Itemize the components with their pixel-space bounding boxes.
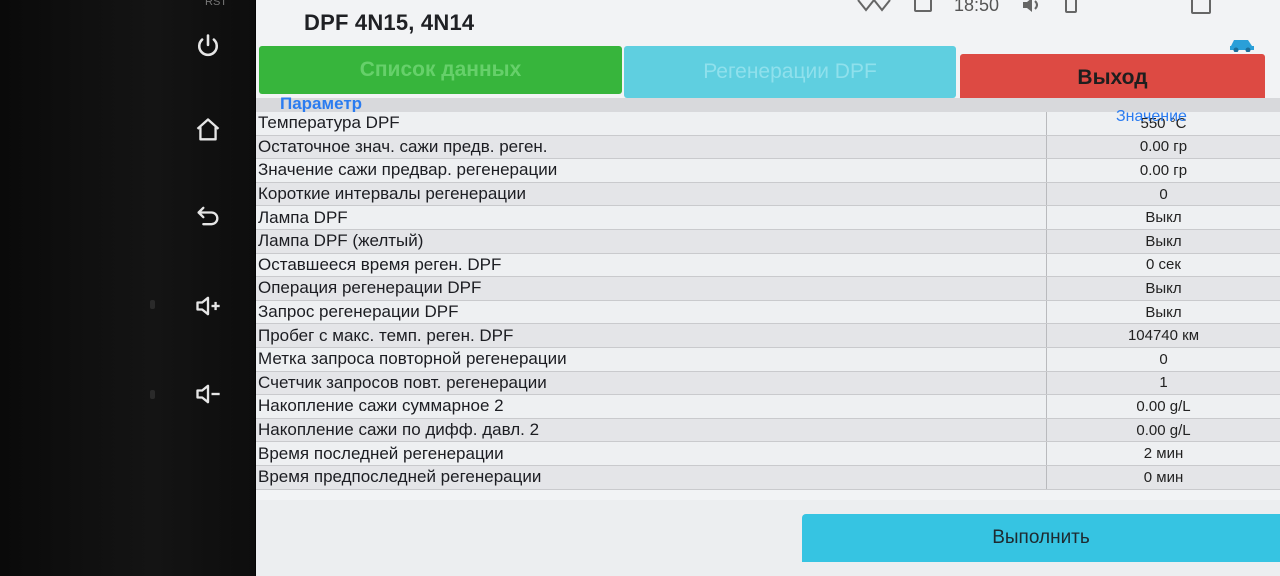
- parameter-name: Температура DPF: [258, 113, 400, 133]
- cast-icon: [857, 0, 891, 12]
- table-row[interactable]: Время последней регенерации 2 мин: [256, 442, 1280, 466]
- power-icon: [197, 34, 219, 57]
- parameter-name: Остаточное знач. сажи предв. реген.: [258, 136, 548, 156]
- home-icon: [196, 118, 220, 141]
- table-row[interactable]: Значение сажи предвар. регенерации 0.00 г…: [256, 159, 1280, 183]
- parameter-name: Пробег с макс. темп. реген. DPF: [258, 325, 514, 345]
- car-icon: [1230, 40, 1254, 52]
- parameter-value: 0: [1046, 347, 1280, 371]
- hardware-indicator: [150, 390, 155, 399]
- table-row[interactable]: Метка запроса повторной регенерации 0: [256, 347, 1280, 372]
- back-icon: [197, 206, 219, 226]
- table-row[interactable]: Счетчик запросов повт. регенерации 1: [256, 371, 1280, 396]
- run-button[interactable]: Выполнить: [802, 514, 1280, 562]
- data-list-button[interactable]: Список данных: [259, 46, 622, 94]
- parameter-value: 104740 км: [1046, 324, 1280, 347]
- recent-apps-icon[interactable]: [1191, 0, 1212, 14]
- status-clock: 18:50: [954, 0, 1000, 15]
- parameter-value: 0.00 g/L: [1046, 418, 1280, 442]
- hardware-indicator: [150, 300, 155, 309]
- param-column-header: Параметр: [280, 94, 363, 113]
- parameter-value: 0.00 гр: [1046, 135, 1280, 159]
- page-title: DPF 4N15, 4N14: [304, 10, 475, 35]
- volume-down-button[interactable]: [186, 372, 230, 416]
- parameter-value: Выкл: [1046, 206, 1280, 229]
- hardware-bar: RST: [0, 0, 255, 576]
- table-row[interactable]: Время предпоследней регенерации 0 мин: [256, 465, 1280, 490]
- parameter-name: Оставшееся время реген. DPF: [258, 254, 502, 274]
- reset-label: RST: [205, 0, 227, 8]
- parameter-name: Лампа DPF: [258, 207, 348, 227]
- home-button[interactable]: [186, 108, 230, 152]
- parameter-name: Значение сажи предвар. регенерации: [258, 160, 558, 180]
- parameter-value: Выкл: [1046, 277, 1280, 300]
- parameter-value: 0 мин: [1046, 465, 1280, 489]
- volume-down-icon: [196, 384, 220, 404]
- parameter-name: Короткие интервалы регенерации: [258, 184, 527, 204]
- parameter-value: Выкл: [1046, 300, 1280, 324]
- table-row[interactable]: Накопление сажи по дифф. давл. 2 0.00 g/L: [256, 418, 1280, 443]
- parameter-name: Счетчик запросов повт. регенерации: [258, 372, 547, 392]
- parameter-value: 0.00 g/L: [1046, 395, 1280, 418]
- back-button[interactable]: [186, 194, 230, 238]
- value-column-header: Значение: [1116, 108, 1187, 125]
- data-table: Температура DPF 550 °C Остаточное знач. са…: [256, 112, 1280, 490]
- parameter-name: Операция регенерации DPF: [258, 278, 482, 298]
- parameter-value: 0.00 гр: [1046, 159, 1280, 182]
- parameter-value: 0: [1046, 182, 1280, 206]
- parameter-name: Накопление сажи по дифф. давл. 2: [258, 420, 540, 440]
- power-button[interactable]: [186, 24, 230, 68]
- table-row[interactable]: Лампа DPF Выкл: [256, 206, 1280, 230]
- table-row[interactable]: Лампа DPF (желтый) Выкл: [256, 229, 1280, 254]
- status-bar: 18:50: [856, 0, 1280, 16]
- exit-button[interactable]: Выход: [960, 54, 1265, 102]
- parameter-value: Выкл: [1046, 229, 1280, 253]
- parameter-value: 2 мин: [1046, 442, 1280, 465]
- table-row[interactable]: Пробег с макс. темп. реген. DPF 104740 км: [256, 324, 1280, 348]
- volume-status-icon: [1023, 0, 1039, 12]
- table-row[interactable]: Накопление сажи суммарное 2 0.00 g/L: [256, 395, 1280, 419]
- table-row[interactable]: Оставшееся время реген. DPF 0 сек: [256, 253, 1280, 278]
- table-row[interactable]: Запрос регенерации DPF Выкл: [256, 300, 1280, 325]
- parameter-value: 1: [1046, 371, 1280, 395]
- notification-icon: [914, 0, 932, 12]
- parameter-name: Время последней регенерации: [258, 443, 504, 463]
- parameter-name: Накопление сажи суммарное 2: [258, 396, 504, 416]
- regeneration-button[interactable]: Регенерации DPF: [624, 46, 956, 98]
- parameter-name: Запрос регенерации DPF: [258, 302, 459, 322]
- battery-icon: [1065, 0, 1078, 13]
- volume-up-button[interactable]: [186, 284, 230, 328]
- parameter-value: 0 сек: [1046, 253, 1280, 277]
- table-row[interactable]: Короткие интервалы регенерации 0: [256, 182, 1280, 207]
- parameter-name: Лампа DPF (желтый): [258, 231, 424, 251]
- volume-up-icon: [196, 296, 220, 316]
- parameter-name: Время предпоследней регенерации: [258, 467, 542, 487]
- parameter-name: Метка запроса повторной регенерации: [258, 349, 567, 369]
- table-row[interactable]: Остаточное знач. сажи предв. реген. 0.00 …: [256, 135, 1280, 160]
- table-row[interactable]: Операция регенерации DPF Выкл: [256, 277, 1280, 301]
- app-screen: 18:50 DPF 4N15, 4N14 Список данных Реген…: [256, 0, 1280, 576]
